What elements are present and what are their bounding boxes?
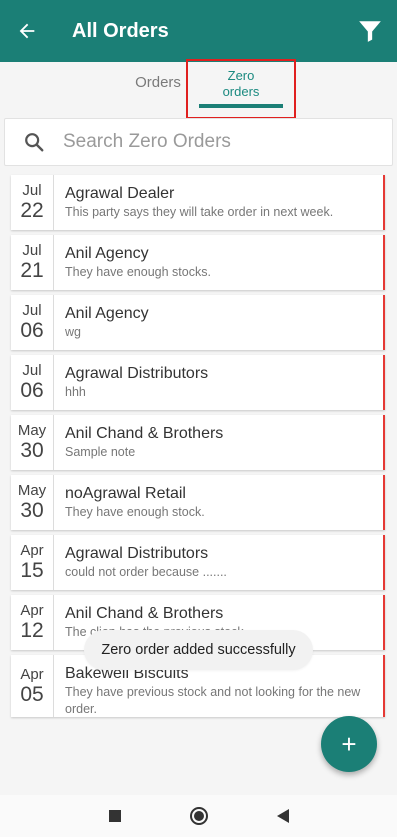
tab-zero-orders[interactable]: Zero orders [186,59,296,119]
order-note: They have previous stock and not looking… [65,685,361,716]
date-block: Jul 06 [11,295,54,350]
month: Apr [20,665,44,683]
party-name: Anil Agency [65,245,149,262]
day: 30 [20,499,44,522]
order-note: Sample note [65,445,136,459]
add-zero-order-button[interactable]: + [321,716,377,772]
tab-zero-label-line2: orders [222,84,260,99]
month: Apr [20,542,44,559]
app-bar: All Orders [0,0,397,62]
list-item[interactable]: May 30 noAgrawal Retail They have enough… [11,475,385,530]
order-info: Agrawal Distributors hhh [54,355,383,410]
day: 06 [20,379,44,402]
page-title: All Orders [72,19,169,42]
date-block: Jul 06 [11,355,54,410]
order-info: Anil Agency wg [54,295,383,350]
order-note: This party says they will take order in … [65,205,334,219]
month: Jul [22,182,42,199]
party-name: Agrawal Distributors [65,365,209,382]
toast-message: Zero order added successfully [84,630,313,670]
month: Jul [22,302,42,319]
order-info: Agrawal Dealer This party says they will… [54,175,383,230]
month: May [17,482,47,499]
party-name: Anil Agency [65,305,149,322]
date-block: May 30 [11,475,54,530]
party-name: Anil Chand & Brothers [65,425,224,442]
date-block: Jul 21 [11,235,54,290]
day: 30 [20,439,44,462]
circle-icon [189,807,208,825]
party-name: Agrawal Distributors [65,545,209,562]
date-block: May 30 [11,415,54,470]
list-item[interactable]: May 30 Anil Chand & Brothers Sample note [11,415,385,470]
month: May [17,422,47,439]
back-button[interactable] [0,0,54,62]
list-item[interactable]: Jul 21 Anil Agency They have enough stoc… [11,235,385,290]
tab-zero-label-line1: Zero [227,68,255,83]
tab-orders[interactable]: Orders [128,74,188,91]
day: 15 [20,559,44,582]
triangle-back-icon [276,809,289,823]
order-info: noAgrawal Retail They have enough stock. [54,475,383,530]
square-icon [108,810,121,822]
list-item[interactable]: Apr 15 Agrawal Distributors could not or… [11,535,385,590]
list-item[interactable]: Jul 22 Agrawal Dealer This party says th… [11,175,385,230]
day: 21 [20,259,44,282]
recents-button[interactable] [73,809,157,823]
plus-icon: + [341,728,357,759]
party-name: noAgrawal Retail [65,485,186,502]
filter-button[interactable] [343,0,397,62]
system-nav-bar [0,795,397,837]
search-bar [4,118,393,166]
order-info: Anil Agency They have enough stocks. [54,235,383,290]
day: 22 [20,199,44,222]
tab-indicator [199,104,283,108]
month: Apr [20,602,44,619]
list-item[interactable]: Jul 06 Agrawal Distributors hhh [11,355,385,410]
search-input[interactable] [63,131,363,153]
filter-icon [359,21,381,42]
home-button[interactable] [157,806,241,826]
order-note: They have enough stock. [65,505,205,519]
day: 12 [20,619,44,642]
day: 05 [20,682,44,706]
search-icon [5,131,63,153]
date-block: Apr 15 [11,535,54,590]
month: Jul [22,362,42,379]
month: Jul [22,242,42,259]
order-note: They have enough stocks. [65,265,211,279]
day: 06 [20,319,44,342]
order-info: Anil Chand & Brothers Sample note [54,415,383,470]
order-info: Agrawal Distributors could not order bec… [54,535,383,590]
date-block: Apr 12 [11,595,54,650]
party-name: Agrawal Dealer [65,185,175,202]
party-name: Anil Chand & Brothers [65,605,224,622]
order-note: wg [65,325,81,339]
list-item[interactable]: Jul 06 Anil Agency wg [11,295,385,350]
date-block: Apr 05 [11,655,54,717]
order-note: hhh [65,385,86,399]
tab-bar: Orders Zero orders [0,59,397,119]
order-note: could not order because ....... [65,565,227,579]
back-nav-button[interactable] [241,808,325,824]
date-block: Jul 22 [11,175,54,230]
arrow-left-icon [19,23,35,39]
